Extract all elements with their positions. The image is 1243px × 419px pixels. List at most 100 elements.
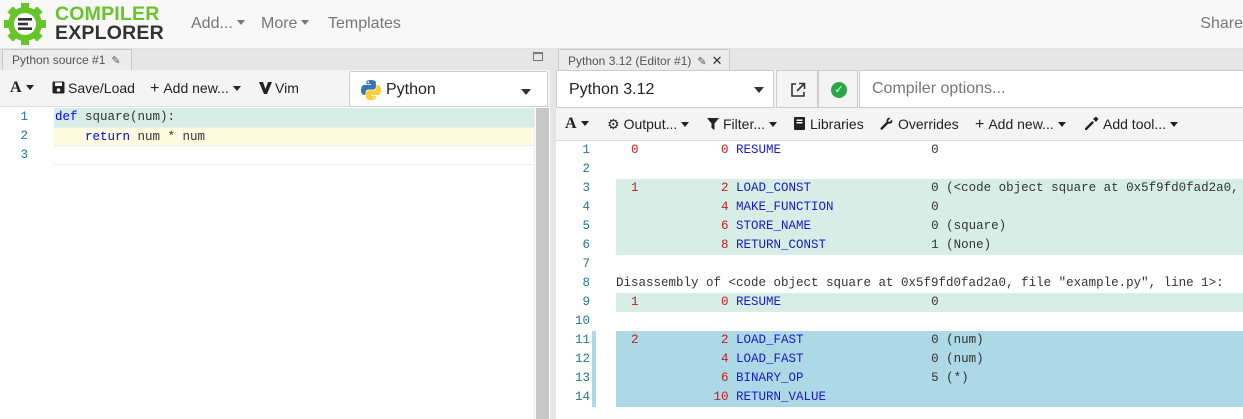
add-new-button[interactable]: + Add new...	[150, 80, 241, 97]
line-number: 12	[574, 352, 590, 366]
compile-status-button[interactable]: ✓	[818, 70, 858, 108]
asm-opcode: LOAD_FAST	[736, 352, 932, 366]
asm-line[interactable]: 12 4 LOAD_FAST 0 (num)	[556, 350, 1243, 369]
asm-arg: 0	[931, 143, 939, 157]
floppy-disk-icon	[52, 81, 65, 94]
asm-offset: 8	[638, 238, 729, 252]
font-size-button[interactable]: A	[565, 115, 589, 133]
filter-menu-button[interactable]: Filter...	[707, 116, 778, 132]
asm-source-line	[616, 219, 639, 233]
language-select[interactable]: Python	[349, 71, 548, 107]
asm-header-text: Disassembly of <code object square at 0x…	[616, 276, 1224, 290]
line-number: 6	[582, 238, 590, 252]
tool-icon	[1084, 116, 1099, 131]
compiler-options-input[interactable]	[859, 70, 1243, 108]
compiler-select[interactable]: Python 3.12	[556, 70, 774, 108]
assembly-output[interactable]: 1 0 0 RESUME 023 1 2 LOAD_CONST 0 (<code…	[556, 141, 1243, 419]
libraries-button[interactable]: Libraries	[794, 116, 864, 132]
asm-line[interactable]: 4 4 MAKE_FUNCTION 0	[556, 198, 1243, 217]
maximize-icon[interactable]	[533, 52, 543, 61]
asm-line[interactable]: 2	[556, 160, 1243, 179]
vim-icon	[259, 82, 272, 94]
add-new-button[interactable]: + Add new...	[975, 116, 1066, 133]
asm-source-line	[616, 200, 639, 214]
font-size-button[interactable]: A	[10, 79, 34, 97]
close-icon[interactable]: ✕	[712, 53, 723, 68]
save-load-button[interactable]: Save/Load	[52, 80, 135, 96]
asm-source-line: 1	[616, 295, 639, 309]
asm-line[interactable]: 13 6 BINARY_OP 5 (*)	[556, 369, 1243, 388]
nav-templates[interactable]: Templates	[328, 15, 401, 33]
popout-button[interactable]	[776, 70, 818, 108]
caret-down-icon	[681, 121, 690, 127]
line-number: 10	[574, 314, 590, 328]
line-number-gutter: 1 2 3	[0, 108, 50, 419]
vim-toggle-button[interactable]: Vim	[259, 80, 299, 96]
caret-down-icon	[232, 85, 241, 91]
caret-down-icon	[769, 121, 778, 127]
asm-offset: 2	[638, 333, 729, 347]
share-button[interactable]: Share	[1200, 15, 1243, 33]
asm-text: 1 2 LOAD_CONST 0 (<code object square at…	[616, 179, 1239, 198]
line-number: 3	[20, 148, 28, 162]
compiler-tabstrip: Python 3.12 (Editor #1) ✎ ✕	[556, 49, 1243, 70]
navbar: COMPILER EXPLORER Add... More Templates …	[0, 0, 1243, 49]
nav-more-menu[interactable]: More	[261, 15, 310, 33]
code-keyword: return	[55, 130, 131, 144]
asm-line[interactable]: 14 10 RETURN_VALUE	[556, 388, 1243, 407]
asm-line[interactable]: 10	[556, 312, 1243, 331]
asm-line[interactable]: 11 2 2 LOAD_FAST 0 (num)	[556, 331, 1243, 350]
asm-line[interactable]: 6 8 RETURN_CONST 1 (None)	[556, 236, 1243, 255]
caret-down-icon	[754, 87, 764, 93]
asm-line[interactable]: 1 0 0 RESUME 0	[556, 141, 1243, 160]
asm-arg: 5	[931, 371, 939, 385]
asm-source-line: 0	[616, 143, 639, 157]
line-number: 7	[582, 257, 590, 271]
code-keyword: def	[55, 110, 78, 124]
nav-add-menu[interactable]: Add...	[191, 15, 245, 33]
asm-offset: 6	[638, 219, 729, 233]
pencil-icon[interactable]: ✎	[697, 56, 706, 68]
tab-python-compiler[interactable]: Python 3.12 (Editor #1) ✎ ✕	[558, 49, 730, 70]
code-line[interactable]: def square(num):	[54, 108, 534, 127]
add-tool-button[interactable]: Add tool...	[1084, 116, 1179, 132]
asm-offset: 4	[638, 200, 729, 214]
code-text: num * num	[130, 130, 206, 144]
asm-opcode: RESUME	[736, 295, 932, 309]
line-number: 13	[574, 371, 590, 385]
asm-text: 2 2 LOAD_FAST 0 (num)	[616, 331, 984, 350]
compiler-header: Python 3.12 ✓	[556, 70, 1243, 108]
line-number: 14	[574, 390, 590, 404]
tab-python-source[interactable]: Python source #1 ✎	[2, 49, 132, 70]
asm-opcode: BINARY_OP	[736, 371, 932, 385]
asm-line[interactable]: 3 1 2 LOAD_CONST 0 (<code object square …	[556, 179, 1243, 198]
compiler-explorer-logo[interactable]: COMPILER EXPLORER	[4, 3, 166, 45]
asm-arg: 1	[931, 238, 939, 252]
compiler-toolbar: A ⚙ Output... Filter... Libraries Overrid…	[556, 108, 1243, 141]
asm-offset: 4	[638, 352, 729, 366]
asm-opcode: STORE_NAME	[736, 219, 932, 233]
editor-scrollbar-thumb[interactable]	[536, 108, 549, 419]
asm-opcode: LOAD_CONST	[736, 181, 932, 195]
nav-templates-label: Templates	[328, 15, 401, 32]
line-number: 1	[582, 143, 590, 157]
overrides-button[interactable]: Overrides	[880, 116, 959, 132]
asm-offset: 0	[638, 295, 729, 309]
asm-line[interactable]: 7	[556, 255, 1243, 274]
caret-down-icon	[1170, 121, 1179, 127]
font-icon: A	[10, 79, 22, 96]
code-line[interactable]: return num * num	[54, 127, 534, 146]
line-number: 8	[582, 276, 590, 290]
source-editor[interactable]: 1 2 3 def square(num): return num * num	[0, 108, 549, 419]
asm-line[interactable]: 9 1 0 RESUME 0	[556, 293, 1243, 312]
pencil-icon[interactable]: ✎	[111, 55, 120, 67]
nav-add-label: Add...	[191, 15, 233, 32]
asm-line-marker	[592, 331, 596, 350]
overrides-label: Overrides	[898, 116, 959, 132]
plus-icon: +	[150, 80, 160, 97]
asm-line[interactable]: 8 Disassembly of <code object square at 0…	[556, 274, 1243, 293]
asm-text: 6 BINARY_OP 5 (*)	[616, 369, 969, 388]
output-menu-button[interactable]: ⚙ Output...	[607, 116, 690, 133]
code-line[interactable]	[54, 146, 534, 165]
asm-line[interactable]: 5 6 STORE_NAME 0 (square)	[556, 217, 1243, 236]
